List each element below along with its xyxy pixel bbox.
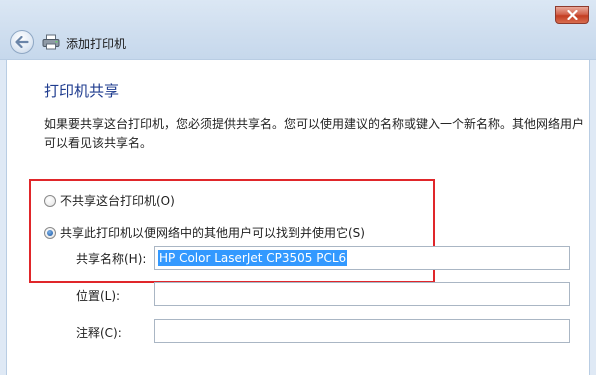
comment-input[interactable] (154, 319, 570, 343)
description-text: 如果要共享这台打印机，您必须提供共享名。您可以使用建议的名称或键入一个新名称。其… (44, 117, 585, 150)
close-icon (566, 10, 578, 20)
back-arrow-icon (15, 36, 29, 48)
location-input[interactable] (154, 282, 570, 306)
location-label: 位置(L): (76, 289, 121, 303)
share-name-value: HP Color LaserJet CP3505 PCL6 (158, 250, 348, 266)
share-radio[interactable] (44, 226, 56, 239)
window-title: 添加打印机 (66, 37, 127, 51)
share-name-label: 共享名称(H): (76, 252, 147, 266)
page-title: 打印机共享 (44, 82, 120, 100)
share-label: 共享此打印机以便网络中的其他用户可以找到并使用它(S) (60, 226, 365, 240)
share-name-input[interactable]: HP Color LaserJet CP3505 PCL6 (154, 246, 570, 270)
share-option[interactable]: 共享此打印机以便网络中的其他用户可以找到并使用它(S) (44, 224, 365, 241)
back-button[interactable] (10, 30, 34, 54)
no-share-option[interactable]: 不共享这台打印机(O) (44, 192, 175, 209)
close-button[interactable] (555, 6, 589, 24)
no-share-radio[interactable] (44, 194, 56, 207)
printer-icon (42, 34, 60, 50)
no-share-label: 不共享这台打印机(O) (60, 194, 175, 208)
comment-label: 注释(C): (76, 326, 122, 340)
